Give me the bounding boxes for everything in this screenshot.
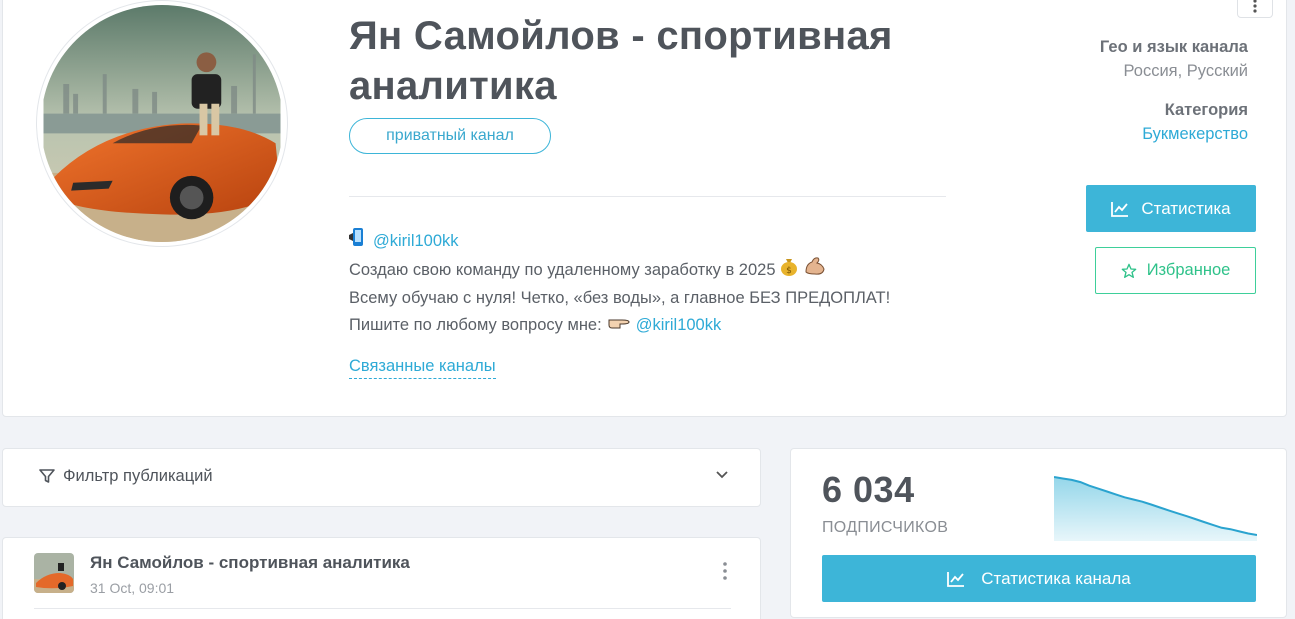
post-date: 31 Oct, 09:01 [90, 580, 175, 596]
filter-label: Фильтр публикаций [63, 467, 213, 485]
statistics-button-label: Статистика [1141, 198, 1231, 218]
channel-avatar [36, 0, 288, 247]
more-options-button[interactable] [1237, 0, 1273, 18]
avatar-image [43, 5, 281, 242]
divider [34, 608, 731, 609]
channel-statistics-label: Статистика канала [981, 568, 1131, 588]
favorite-button[interactable]: Избранное [1095, 247, 1256, 294]
geo-value: Россия, Русский [1123, 62, 1249, 80]
pointing-right-icon [608, 312, 630, 339]
channel-statistics-button[interactable]: Статистика канала [822, 555, 1256, 602]
filter-icon [39, 469, 55, 483]
sparkline-area [1054, 477, 1257, 541]
publication-filter[interactable]: Фильтр публикаций [2, 448, 761, 507]
chart-line-icon [1111, 201, 1129, 217]
post-card: Ян Самойлов - спортивная аналитика 31 Oc… [2, 537, 761, 619]
subscribers-sparkline [1054, 476, 1257, 541]
favorite-button-label: Избранное [1146, 261, 1231, 279]
statistics-button[interactable]: Статистика [1086, 185, 1256, 232]
related-channels-link[interactable]: Связанные каналы [349, 357, 496, 379]
contact-handle-link[interactable]: @kiril100kk [373, 228, 459, 255]
subscribers-card: 6 034 ПОДПИСЧИКОВ Статистика канала [790, 448, 1287, 618]
category-block: Категория Букмекерство [1142, 101, 1248, 144]
geo-language-block: Гео и язык канала Россия, Русский [1100, 38, 1248, 81]
contact-handle-link[interactable]: @kiril100kk [636, 312, 722, 339]
private-channel-badge: приватный канал [349, 118, 551, 154]
channel-description: @kiril100kk Создаю свою команду по удале… [349, 227, 890, 339]
post-channel-name[interactable]: Ян Самойлов - спортивная аналитика [90, 553, 410, 573]
kebab-icon [1253, 0, 1257, 13]
star-icon [1121, 263, 1137, 278]
category-link[interactable]: Букмекерство [1142, 125, 1248, 144]
geo-label: Гео и язык канала [1099, 38, 1248, 56]
svg-text:$: $ [786, 266, 792, 276]
chart-line-icon [947, 571, 965, 587]
description-line: Пишите по любому вопросу мне: [349, 316, 602, 334]
subscribers-count: 6 034 [822, 469, 915, 510]
description-line: Создаю свою команду по удаленному зарабо… [349, 261, 776, 279]
description-line: Всему обучаю с нуля! Четко, «без воды», … [349, 289, 891, 307]
flexed-biceps-icon [804, 256, 826, 285]
phone-icon [349, 227, 367, 256]
category-label: Категория [1164, 101, 1248, 119]
channel-title: Ян Самойлов - спортивная аналитика [349, 14, 893, 108]
divider [349, 196, 946, 197]
money-bag-icon: $ [780, 256, 798, 285]
subscribers-label: ПОДПИСЧИКОВ [822, 519, 949, 536]
chevron-down-icon[interactable] [715, 467, 729, 481]
post-channel-avatar [34, 553, 74, 593]
post-menu-icon[interactable] [723, 562, 727, 580]
